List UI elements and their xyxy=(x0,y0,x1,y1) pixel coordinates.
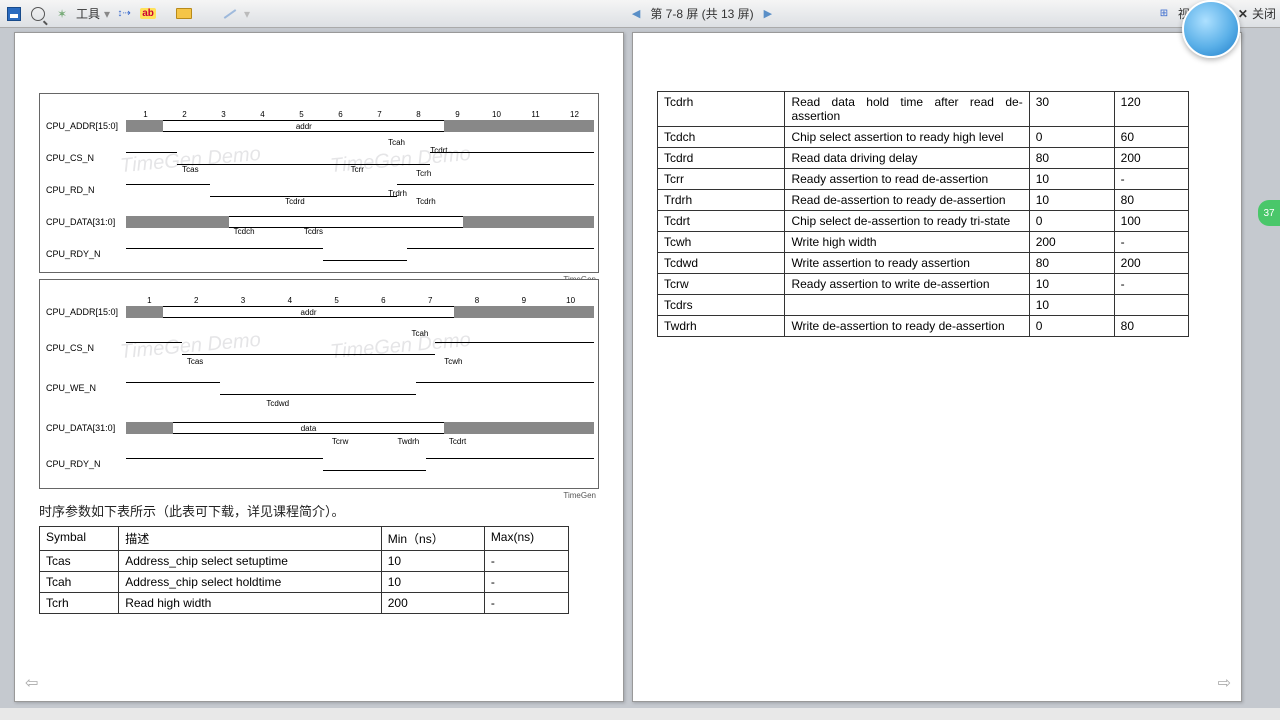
table-row: TwdrhWrite de-assertion to ready de-asse… xyxy=(658,316,1189,337)
toolbar-center: ◀ 第 7-8 屏 (共 13 屏) ▶ xyxy=(250,5,1154,22)
table-row: TcdrdRead data driving delay80200 xyxy=(658,148,1189,169)
timing-diagram-read: TimeGen Demo TimeGen Demo 12345678910111… xyxy=(39,93,599,273)
table-row: TcwhWrite high width200- xyxy=(658,232,1189,253)
table-row: TcdrhRead data hold time after read de-a… xyxy=(658,92,1189,127)
highlight-icon[interactable]: ab xyxy=(138,4,158,24)
timing-table-right: TcdrhRead data hold time after read de-a… xyxy=(657,91,1189,337)
pen-icon[interactable] xyxy=(220,4,240,24)
close-icon[interactable]: ✕ xyxy=(1238,7,1248,21)
page-7: TimeGen Demo TimeGen Demo 12345678910111… xyxy=(14,32,624,702)
table-row: TcdrtChip select de-assertion to ready t… xyxy=(658,211,1189,232)
timing-params-caption: 时序参数如下表所示（此表可下载，详见课程简介）。 xyxy=(39,501,599,520)
page-forward-icon[interactable]: ⇨ xyxy=(1218,673,1231,693)
sig2-we: CPU_WE_N xyxy=(44,383,126,393)
table-row: TcdwdWrite assertion to ready assertion8… xyxy=(658,253,1189,274)
sig2-data: CPU_DATA[31:0] xyxy=(44,423,126,433)
sig-rd: CPU_RD_N xyxy=(44,185,126,195)
prev-page-icon[interactable]: ◀ xyxy=(628,7,644,20)
page-back-icon[interactable]: ⇦ xyxy=(25,673,38,693)
goto-icon[interactable]: ↕⇢ xyxy=(114,4,134,24)
save-icon[interactable] xyxy=(4,4,24,24)
sig-addr: CPU_ADDR[15:0] xyxy=(44,121,126,131)
next-page-icon[interactable]: ▶ xyxy=(760,7,776,20)
toolbar-left: ✶ 工具 ▾ ↕⇢ ab ▾ xyxy=(4,4,250,24)
table-row: TcahAddress_chip select holdtime10- xyxy=(40,572,569,593)
diagram-footer-2: TimeGen xyxy=(563,491,596,500)
magnifier-icon[interactable] xyxy=(28,4,48,24)
tools-label[interactable]: 工具 xyxy=(76,5,100,22)
page-8: TcdrhRead data hold time after read de-a… xyxy=(632,32,1242,702)
sig-data: CPU_DATA[31:0] xyxy=(44,217,126,227)
folder-icon[interactable] xyxy=(174,4,194,24)
table-row: TcrrReady assertion to read de-assertion… xyxy=(658,169,1189,190)
table-row: TcasAddress_chip select setuptime10- xyxy=(40,551,569,572)
toolbar: ✶ 工具 ▾ ↕⇢ ab ▾ ◀ 第 7-8 屏 (共 13 屏) ▶ ⊞ 视 … xyxy=(0,0,1280,28)
sig2-addr: CPU_ADDR[15:0] xyxy=(44,307,126,317)
timing-diagram-write: TimeGen Demo TimeGen Demo 12345678910 CP… xyxy=(39,279,599,489)
notification-badge[interactable]: 37 xyxy=(1258,200,1280,226)
bird-logo-icon[interactable] xyxy=(1182,0,1240,58)
sparkle-icon[interactable]: ✶ xyxy=(52,4,72,24)
sig-cs: CPU_CS_N xyxy=(44,153,126,163)
page-indicator: 第 7-8 屏 (共 13 屏) xyxy=(650,5,753,22)
close-label[interactable]: 关闭 xyxy=(1252,5,1276,22)
sig-rdy: CPU_RDY_N xyxy=(44,249,126,259)
table-row: TcdchChip select assertion to ready high… xyxy=(658,127,1189,148)
layout-icon[interactable]: ⊞ xyxy=(1154,4,1174,24)
sig2-cs: CPU_CS_N xyxy=(44,343,126,353)
table-row: TcrwReady assertion to write de-assertio… xyxy=(658,274,1189,295)
workspace: TimeGen Demo TimeGen Demo 12345678910111… xyxy=(0,28,1280,708)
table-row: Tcdrs10 xyxy=(658,295,1189,316)
timing-table-left: Symbal描述Min（ns）Max(ns) TcasAddress_chip … xyxy=(39,526,569,614)
sig2-rdy: CPU_RDY_N xyxy=(44,459,126,469)
table-row: TcrhRead high width200- xyxy=(40,593,569,614)
table-row: TrdrhRead de-assertion to ready de-asser… xyxy=(658,190,1189,211)
